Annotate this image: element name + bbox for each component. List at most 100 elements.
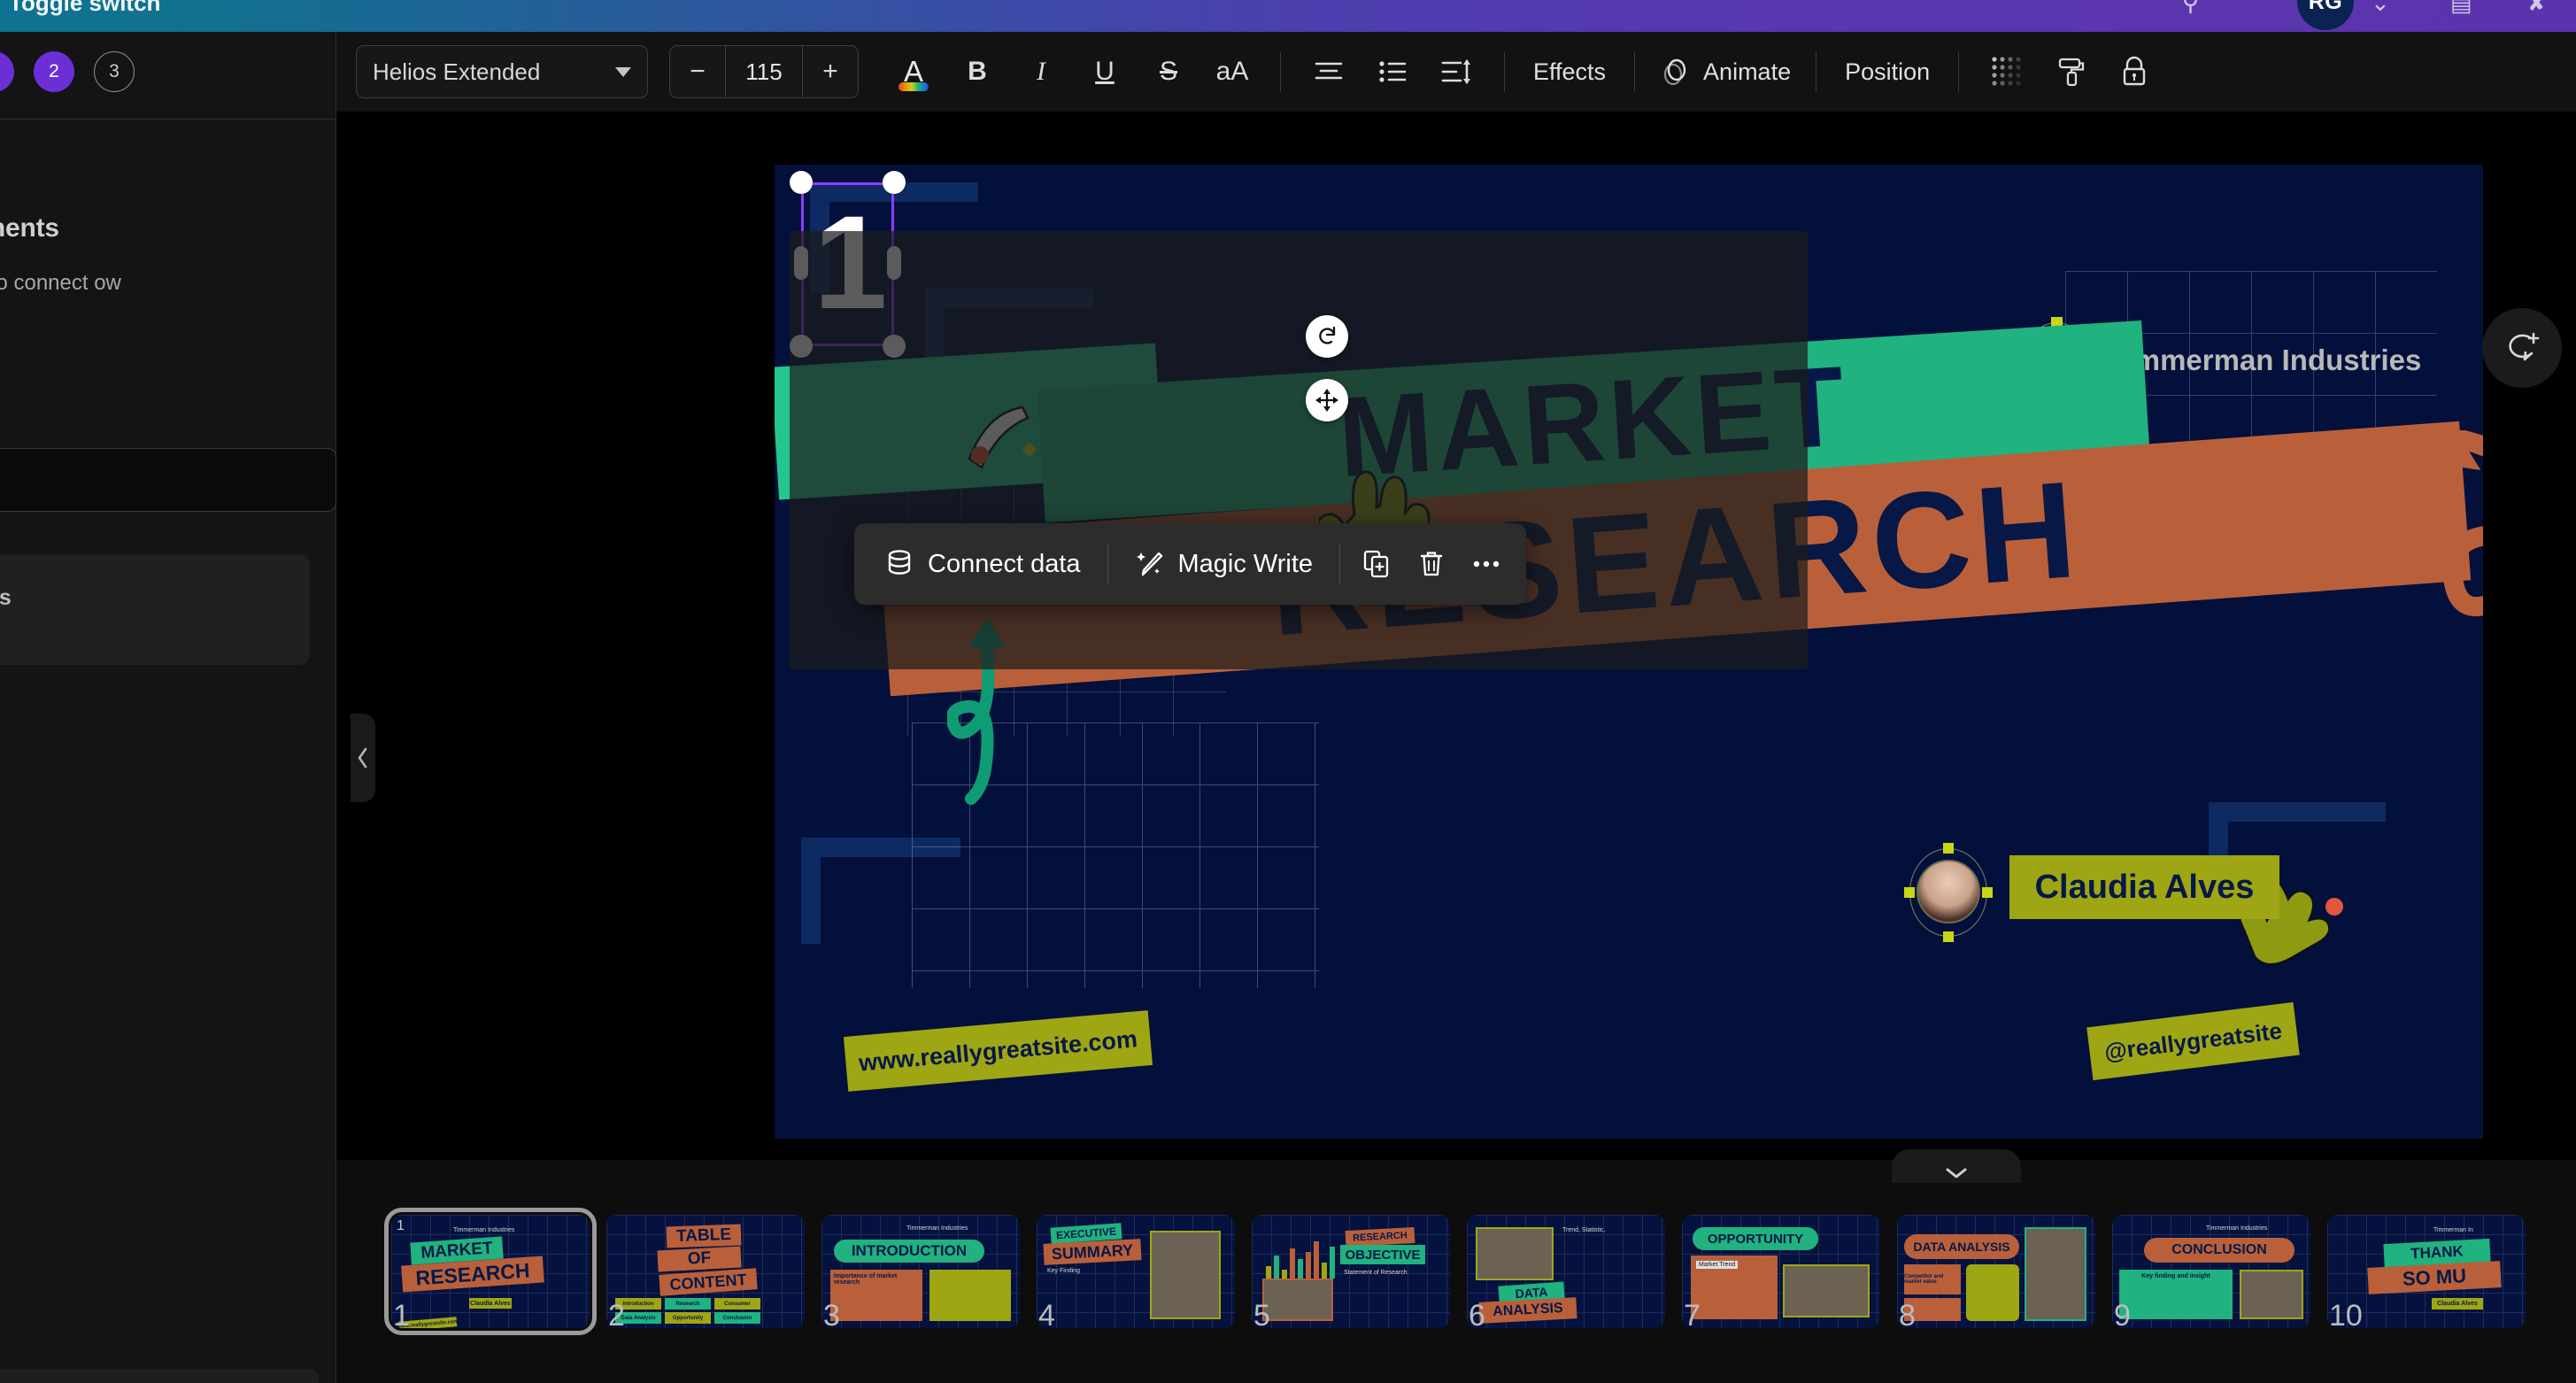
toolbar-divider	[1504, 51, 1505, 92]
thumbnail-item-9[interactable]: Timmerman Industries CONCLUSION Key find…	[2112, 1215, 2310, 1333]
thumbnail-item-2[interactable]: TABLE OF CONTENT Introduction Research C…	[606, 1215, 805, 1333]
selection-handle[interactable]	[1982, 887, 1993, 898]
panel-heading: to your elements	[0, 213, 59, 243]
social-handle-badge[interactable]: @reallygreatsite	[2086, 1001, 2300, 1081]
selection-handle-top-right[interactable]	[883, 171, 906, 194]
toolbar-divider	[1958, 51, 1960, 92]
thumbnail-item-10[interactable]: Timmerman In THANK SO MU Claudia Alves 1…	[2327, 1215, 2526, 1333]
slide-thumbnail[interactable]: Timmerman Industries INTRODUCTION Import…	[821, 1215, 1020, 1328]
underline-button[interactable]: U	[1077, 44, 1132, 99]
search-icon[interactable]: ⚲	[2182, 0, 2199, 17]
bold-button[interactable]: B	[950, 44, 1005, 99]
line-spacing-icon[interactable]	[1429, 44, 1484, 99]
lock-icon[interactable]	[2107, 44, 2162, 99]
thumb-photo	[2240, 1270, 2303, 1319]
duplicate-button[interactable]	[1349, 537, 1404, 591]
slide-thumbnail[interactable]: RESEARCH OBJECTIVE Statement of Research	[1252, 1215, 1450, 1328]
step-3[interactable]: 3	[94, 51, 135, 92]
add-comment-icon	[2509, 332, 2540, 361]
connect-data-label: Connect data	[928, 549, 1081, 578]
thumbnail-item-5[interactable]: RESEARCH OBJECTIVE Statement of Research…	[1252, 1215, 1450, 1333]
paint-roller-icon[interactable]	[2043, 44, 2098, 99]
search-input[interactable]: field	[0, 448, 336, 512]
slide-thumbnail[interactable]: OPPORTUNITY Market Trend	[1682, 1215, 1880, 1328]
thumbnail-item-3[interactable]: Timmerman Industries INTRODUCTION Import…	[821, 1215, 1020, 1333]
slide-thumbnail[interactable]: Timmerman Industries CONCLUSION Key find…	[2112, 1215, 2310, 1328]
chevron-down-icon	[615, 66, 631, 77]
chevron-down-icon[interactable]: ⌄	[2371, 0, 2390, 17]
magic-write-label: Magic Write	[1177, 549, 1314, 578]
collapse-strip-button[interactable]	[1892, 1149, 2021, 1183]
font-size-increase-button[interactable]: +	[803, 46, 858, 97]
step-2[interactable]: 2	[34, 51, 74, 92]
align-left-icon[interactable]	[1301, 44, 1356, 99]
letter-case-button[interactable]: aA	[1205, 44, 1260, 99]
canvas-area[interactable]: Timmerman Industries MARKET RESEARCH	[336, 112, 2576, 1160]
thumbnail-list: Timmerman Industries MARKET RESEARCH Cla…	[384, 1208, 2526, 1335]
more-options-button[interactable]	[1459, 537, 1514, 591]
italic-button[interactable]: I	[1014, 44, 1068, 99]
position-button[interactable]: Position	[1832, 58, 1942, 86]
thumbnail-number: 1	[393, 1299, 410, 1333]
top-app-bar: Toggle switch ⚲ RG ⌄ ▤ ✘	[0, 0, 2576, 32]
slide-thumbnail[interactable]: DATA ANALYSIS Competitor and market valu…	[1897, 1215, 2095, 1328]
thumb-author: Claudia Alves	[2432, 1298, 2483, 1310]
text-color-button[interactable]: A	[886, 44, 941, 99]
magic-pen-icon	[1136, 552, 1162, 576]
rotate-button[interactable]	[1306, 315, 1348, 358]
slide-thumbnail[interactable]: Timmerman Industries MARKET RESEARCH Cla…	[384, 1208, 597, 1335]
author-name-badge[interactable]: Claudia Alves	[2009, 855, 2279, 919]
avatar[interactable]: RG	[2297, 0, 2354, 30]
font-family-select[interactable]: Helios Extended	[356, 45, 648, 98]
panel-footer-card[interactable]	[0, 1369, 319, 1383]
present-icon[interactable]: ▤	[2450, 0, 2472, 17]
brand-name[interactable]: Timmerman Industries	[2109, 344, 2421, 377]
panel-option-card[interactable]	[0, 554, 310, 665]
share-icon[interactable]: ✘	[2527, 0, 2547, 17]
bulleted-list-icon[interactable]	[1365, 44, 1420, 99]
strikethrough-button[interactable]: S	[1141, 44, 1196, 99]
author-avatar[interactable]	[1917, 860, 1980, 923]
move-icon	[1315, 389, 1338, 412]
connect-data-button[interactable]: Connect data	[867, 537, 1099, 591]
selection-handle-top-left[interactable]	[790, 171, 813, 194]
font-size-value[interactable]: 115	[725, 46, 803, 97]
font-size-decrease-button[interactable]: −	[670, 46, 725, 97]
effects-button[interactable]: Effects	[1521, 58, 1618, 86]
step-1[interactable]: 1	[0, 51, 14, 92]
color-swatch-icon	[899, 82, 929, 91]
selection-handle[interactable]	[1904, 887, 1915, 898]
thumbnail-item-8[interactable]: DATA ANALYSIS Competitor and market valu…	[1897, 1215, 2095, 1333]
topbar-menu-label[interactable]: Toggle switch	[9, 0, 160, 17]
website-text: www.reallygreatsite.com	[857, 1024, 1138, 1077]
thumb-subtitle: Key finding and insight	[2119, 1270, 2233, 1319]
trash-icon	[1420, 552, 1443, 576]
thumb-brand: Timmerman In	[2433, 1227, 2473, 1233]
slide-thumbnail[interactable]: EXECUTIVE SUMMARY Key Finding	[1037, 1215, 1235, 1328]
toolbar-divider	[1634, 51, 1636, 92]
thumbnail-number: 9	[2114, 1299, 2131, 1333]
delete-button[interactable]	[1404, 537, 1459, 591]
thumbnail-item-4[interactable]: EXECUTIVE SUMMARY Key Finding 4	[1037, 1215, 1235, 1333]
thumbnail-item-6[interactable]: Trend, Statistic, DATA ANALYSIS 6	[1467, 1215, 1665, 1333]
magic-write-button[interactable]: Magic Write	[1117, 537, 1331, 591]
selection-handle[interactable]	[1943, 843, 1954, 854]
collapse-panel-button[interactable]	[351, 714, 375, 802]
thumbnail-item-1[interactable]: Timmerman Industries MARKET RESEARCH Cla…	[384, 1208, 597, 1335]
move-button[interactable]	[1306, 379, 1348, 421]
duplicate-icon	[1363, 550, 1389, 578]
thumbnail-item-7[interactable]: OPPORTUNITY Market Trend 7	[1682, 1215, 1880, 1333]
add-comment-button[interactable]	[2482, 308, 2562, 388]
thumb-photo	[1262, 1279, 1333, 1321]
thumb-photo	[2025, 1227, 2086, 1321]
slide-thumbnail[interactable]: Trend, Statistic, DATA ANALYSIS	[1467, 1215, 1665, 1328]
animate-button[interactable]: Animate	[1651, 56, 1800, 88]
context-divider	[1107, 545, 1108, 583]
thumb-subtitle: Key Finding	[1047, 1268, 1080, 1274]
selection-handle[interactable]	[1943, 931, 1954, 942]
slide-thumbnail[interactable]: TABLE OF CONTENT Introduction Research C…	[606, 1215, 805, 1328]
transparency-icon[interactable]	[1979, 44, 2034, 99]
website-badge[interactable]: www.reallygreatsite.com	[843, 1010, 1153, 1092]
thumbnail-number: 4	[1038, 1299, 1055, 1333]
thumb-chip: Research	[665, 1298, 711, 1310]
